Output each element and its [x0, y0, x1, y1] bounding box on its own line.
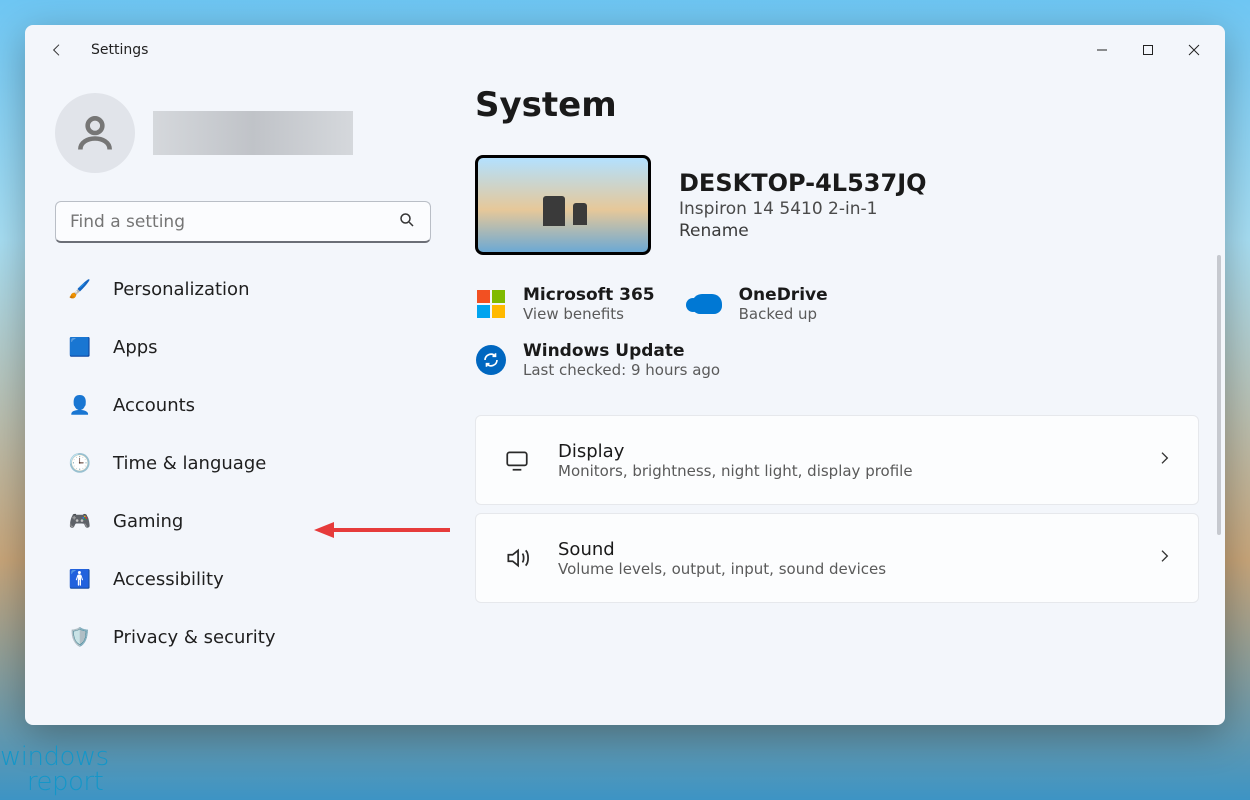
close-button[interactable] — [1171, 30, 1217, 70]
time-language-icon: 🕒 — [69, 452, 91, 474]
gaming-icon: 🎮 — [69, 510, 91, 532]
nav-list: 🖌️ Personalization 🟦 Apps 👤 Accounts 🕒 Time … — [55, 263, 431, 725]
nav-label: Personalization — [113, 279, 249, 300]
device-model: Inspiron 14 5410 2-in-1 — [679, 199, 927, 219]
rename-link[interactable]: Rename — [679, 221, 927, 241]
nav-accounts[interactable]: 👤 Accounts — [55, 379, 431, 431]
card-title: Sound — [558, 539, 1130, 560]
chevron-right-icon — [1156, 548, 1172, 568]
search-box[interactable] — [55, 201, 431, 243]
desktop-wallpaper: Settings 🖌️ Personalization 🟦 Apps 👤 Accoun… — [0, 0, 1250, 800]
personalization-icon: 🖌️ — [69, 278, 91, 300]
card-title: Display — [558, 441, 1130, 462]
profile-header[interactable] — [55, 93, 431, 173]
nav-label: Gaming — [113, 511, 183, 532]
scrollbar[interactable] — [1217, 255, 1221, 535]
tile-title: Microsoft 365 — [523, 285, 655, 305]
tile-windows-update[interactable]: Windows UpdateLast checked: 9 hours ago — [475, 341, 1199, 379]
content-pane: System DESKTOP-4L537JQ Inspiron 14 5410 … — [455, 75, 1225, 725]
device-thumbnail — [475, 155, 651, 255]
accessibility-icon: 🚹 — [69, 568, 91, 590]
nav-label: Privacy & security — [113, 627, 276, 648]
nav-personalization[interactable]: 🖌️ Personalization — [55, 263, 431, 315]
microsoft-logo-icon — [475, 288, 507, 320]
watermark: windows report — [0, 745, 109, 794]
nav-accessibility[interactable]: 🚹 Accessibility — [55, 553, 431, 605]
window-controls — [1079, 30, 1217, 70]
nav-gaming[interactable]: 🎮 Gaming — [55, 495, 431, 547]
app-title: Settings — [91, 42, 148, 58]
device-name: DESKTOP-4L537JQ — [679, 169, 927, 197]
tile-microsoft365[interactable]: Microsoft 365View benefits — [475, 285, 655, 323]
nav-label: Time & language — [113, 453, 266, 474]
apps-icon: 🟦 — [69, 336, 91, 358]
nav-privacy-security[interactable]: 🛡️ Privacy & security — [55, 611, 431, 663]
tile-sub: View benefits — [523, 305, 655, 323]
sound-icon — [502, 543, 532, 573]
tile-onedrive[interactable]: OneDriveBacked up — [691, 285, 828, 323]
nav-label: Accessibility — [113, 569, 224, 590]
privacy-icon: 🛡️ — [69, 626, 91, 648]
settings-window: Settings 🖌️ Personalization 🟦 Apps 👤 Accoun… — [25, 25, 1225, 725]
sidebar: 🖌️ Personalization 🟦 Apps 👤 Accounts 🕒 Time … — [25, 75, 455, 725]
card-sub: Monitors, brightness, night light, displ… — [558, 462, 1130, 480]
maximize-button[interactable] — [1125, 30, 1171, 70]
nav-apps[interactable]: 🟦 Apps — [55, 321, 431, 373]
tile-sub: Last checked: 9 hours ago — [523, 361, 720, 379]
search-input[interactable] — [70, 212, 398, 232]
search-icon — [398, 211, 416, 233]
user-name-redacted — [153, 111, 353, 155]
tile-sub: Backed up — [739, 305, 828, 323]
display-icon — [502, 445, 532, 475]
update-icon — [475, 344, 507, 376]
avatar-icon — [55, 93, 135, 173]
card-sound[interactable]: SoundVolume levels, output, input, sound… — [475, 513, 1199, 603]
nav-label: Apps — [113, 337, 158, 358]
onedrive-icon — [691, 288, 723, 320]
card-sub: Volume levels, output, input, sound devi… — [558, 560, 1130, 578]
page-title: System — [475, 85, 1199, 125]
tile-title: OneDrive — [739, 285, 828, 305]
back-button[interactable] — [41, 34, 73, 66]
chevron-right-icon — [1156, 450, 1172, 470]
titlebar: Settings — [25, 25, 1225, 75]
device-header: DESKTOP-4L537JQ Inspiron 14 5410 2-in-1 … — [475, 155, 1199, 255]
nav-time-language[interactable]: 🕒 Time & language — [55, 437, 431, 489]
accounts-icon: 👤 — [69, 394, 91, 416]
card-display[interactable]: DisplayMonitors, brightness, night light… — [475, 415, 1199, 505]
nav-label: Accounts — [113, 395, 195, 416]
tile-title: Windows Update — [523, 341, 720, 361]
minimize-button[interactable] — [1079, 30, 1125, 70]
